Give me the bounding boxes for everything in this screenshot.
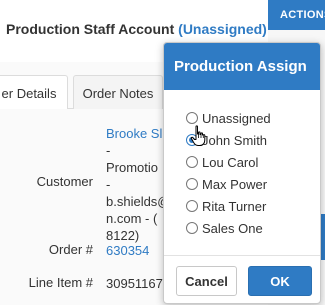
- customer-value: Brooke Sl - Promotio - b.shields@ n.com …: [106, 125, 171, 244]
- account-label: Production Staff Account: [6, 21, 175, 37]
- option-lou-carol[interactable]: Lou Carol: [186, 151, 271, 173]
- production-staff-account-title: Production Staff Account (Unassigned): [6, 21, 267, 37]
- ok-button[interactable]: OK: [248, 266, 312, 296]
- radio-button[interactable]: [186, 156, 198, 168]
- customer-name-link[interactable]: Brooke Sl: [106, 125, 171, 142]
- dialog-footer-divider: [164, 255, 320, 256]
- line-item-value: 30951167: [106, 276, 163, 291]
- order-number-link[interactable]: 630354: [106, 242, 149, 259]
- customer-label: Customer: [36, 174, 93, 189]
- radio-button[interactable]: [186, 222, 198, 234]
- customer-line: -: [106, 143, 111, 158]
- option-label: John Smith: [202, 132, 268, 148]
- dialog-title: Production Assign: [164, 43, 320, 90]
- cancel-button[interactable]: Cancel: [176, 266, 237, 296]
- account-status[interactable]: (Unassigned): [178, 21, 267, 37]
- tab-order-notes[interactable]: Order Notes: [73, 75, 163, 109]
- radio-button[interactable]: [186, 112, 198, 124]
- radio-button[interactable]: [186, 178, 198, 190]
- customer-line: Promotio: [106, 160, 159, 175]
- customer-line: -: [106, 177, 111, 192]
- tab-order-details[interactable]: er Details: [0, 75, 68, 109]
- hand-pointer-cursor-icon: [190, 125, 206, 146]
- customer-line: b.shields@: [106, 194, 171, 209]
- line-item-label: Line Item #: [28, 275, 93, 290]
- option-label: Sales One: [202, 220, 263, 236]
- customer-line: n.com - (: [106, 211, 158, 226]
- option-label: Max Power: [202, 176, 268, 192]
- production-assign-dialog: Production Assign Unassigned John Smith …: [163, 42, 321, 304]
- actions-button[interactable]: ACTIONS: [268, 0, 325, 30]
- option-label: Rita Turner: [202, 198, 267, 214]
- radio-button[interactable]: [186, 200, 198, 212]
- option-label: Unassigned: [202, 110, 271, 126]
- option-label: Lou Carol: [202, 154, 259, 170]
- option-max-power[interactable]: Max Power: [186, 173, 271, 195]
- option-sales-one[interactable]: Sales One: [186, 217, 271, 239]
- option-rita-turner[interactable]: Rita Turner: [186, 195, 271, 217]
- order-number-label: Order #: [48, 242, 93, 257]
